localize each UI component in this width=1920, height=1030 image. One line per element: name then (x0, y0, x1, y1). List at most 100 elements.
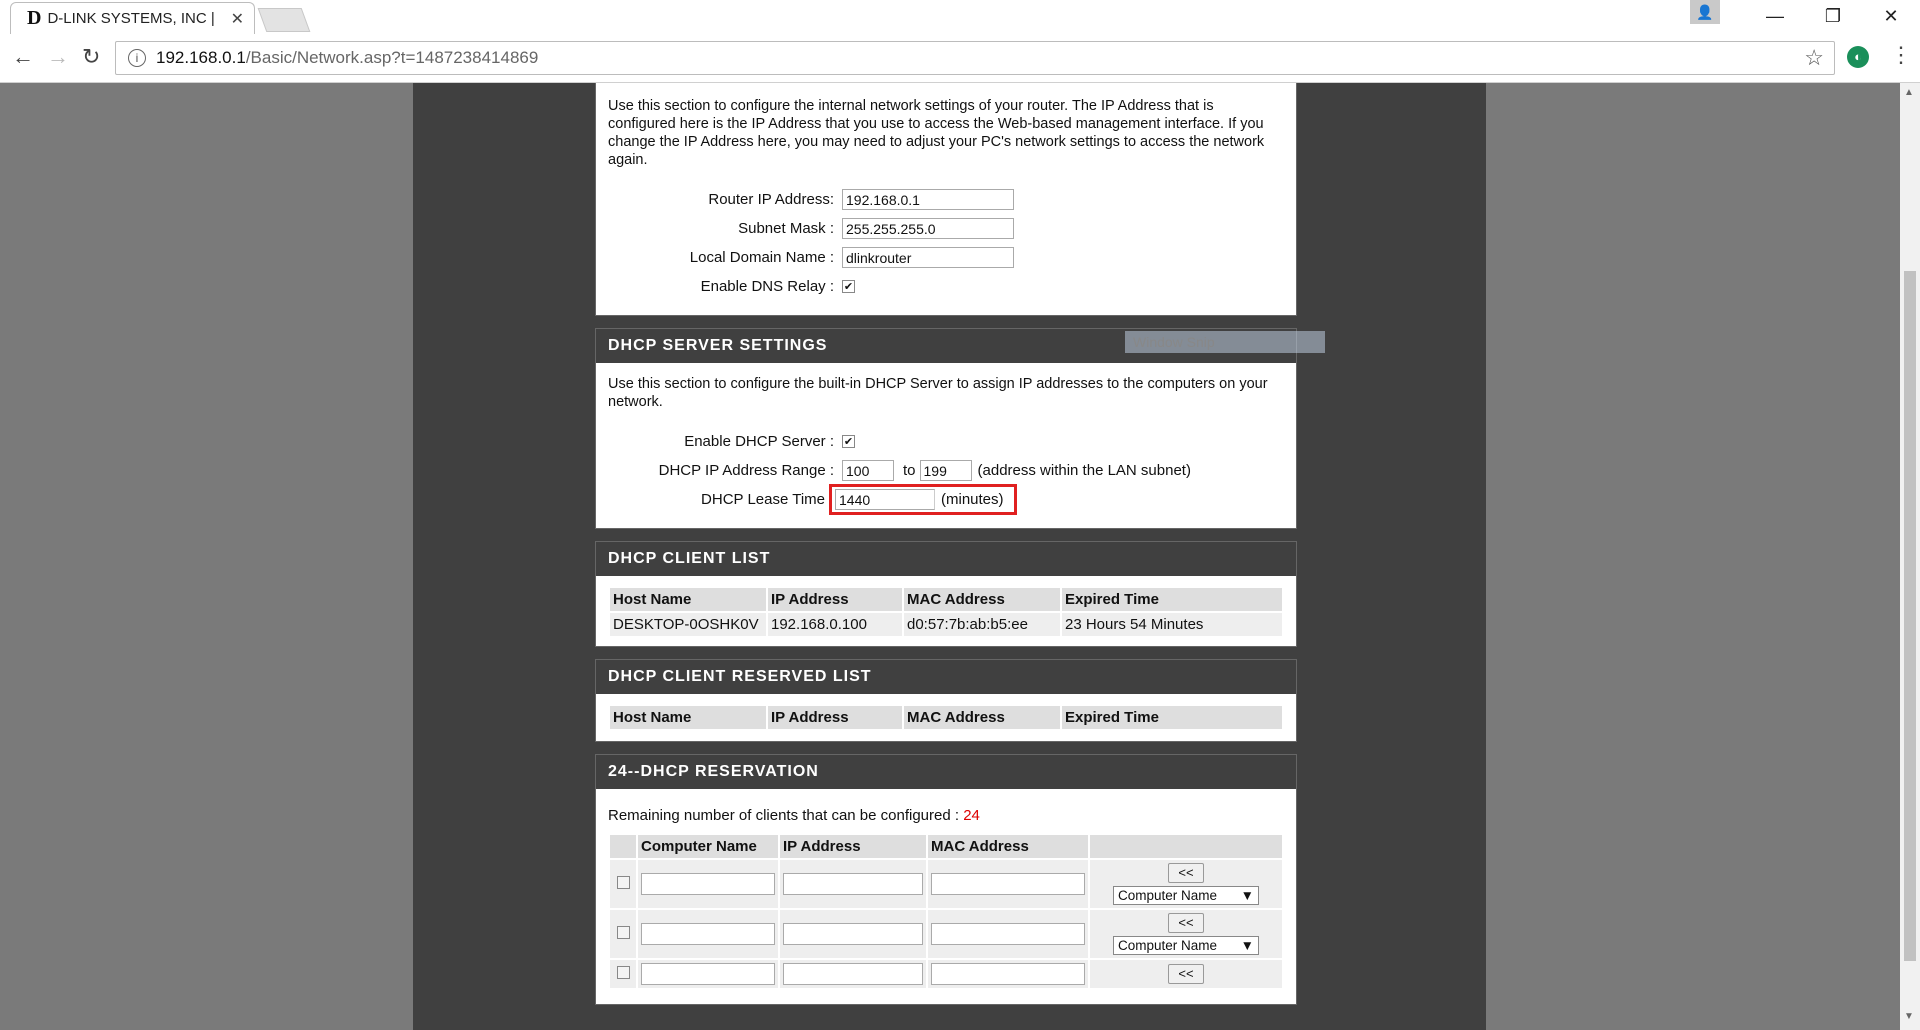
lease-time-row: DHCP Lease Time 1440 (minutes) (608, 484, 1284, 515)
forward-arrow-icon[interactable]: → (47, 44, 69, 70)
subnet-label: Subnet Mask : (738, 220, 834, 237)
extension-icon[interactable]: ◐ (1847, 46, 1869, 68)
dns-relay-row: Enable DNS Relay : ✔ (608, 272, 1284, 301)
reservation-ip-input[interactable] (783, 923, 923, 945)
remaining-clients-label: Remaining number of clients that can be … (608, 807, 960, 824)
browser-toolbar: ← → ↻ i 192.168.0.1/Basic/Network.asp?t=… (0, 34, 1920, 83)
table-row: << Computer Name ▼ (610, 910, 1282, 958)
reserved-list-table: Host Name IP Address MAC Address Expired… (608, 704, 1284, 731)
address-bar[interactable]: i 192.168.0.1/Basic/Network.asp?t=148723… (115, 41, 1835, 75)
user-profile-icon[interactable]: 👤 (1690, 0, 1720, 24)
dns-relay-checkbox[interactable]: ✔ (842, 280, 855, 293)
new-tab-button[interactable] (257, 8, 311, 32)
reservation-box: 24--DHCP RESERVATION Remaining number of… (595, 754, 1297, 1005)
minimize-icon[interactable]: — (1746, 0, 1804, 34)
lease-time-highlight: 1440 (minutes) (829, 484, 1017, 515)
reservation-col-mac: MAC Address (928, 835, 1088, 858)
router-settings-box: Use this section to configure the intern… (595, 83, 1297, 316)
subnet-row: Subnet Mask : 255.255.255.0 (608, 214, 1284, 243)
browser-tab[interactable]: D D-LINK SYSTEMS, INC | W ✕ (10, 2, 255, 34)
domain-input[interactable]: dlinkrouter (842, 247, 1014, 268)
reserved-col-mac: MAC Address (904, 706, 1060, 729)
tab-strip: D D-LINK SYSTEMS, INC | W ✕ 👤 — ❐ ✕ (0, 0, 1920, 34)
router-settings-description: Use this section to configure the intern… (608, 98, 1265, 168)
window-close-icon[interactable]: ✕ (1862, 0, 1920, 34)
dhcp-range-end-input[interactable]: 199 (919, 460, 972, 481)
scrollbar-thumb[interactable] (1904, 271, 1916, 961)
reserved-list-heading: DHCP CLIENT RESERVED LIST (596, 660, 1296, 694)
lease-time-unit: (minutes) (941, 491, 1004, 508)
reserved-col-host: Host Name (610, 706, 766, 729)
client-col-mac: MAC Address (904, 588, 1060, 611)
reservation-row-checkbox[interactable] (616, 965, 630, 979)
reservation-mac-input[interactable] (931, 963, 1085, 985)
copy-button[interactable]: << (1168, 964, 1204, 984)
window-controls: 👤 — ❐ ✕ (1690, 0, 1920, 34)
reserved-col-ip: IP Address (768, 706, 902, 729)
reservation-computer-input[interactable] (641, 963, 775, 985)
reservation-computer-input[interactable] (641, 923, 775, 945)
reservation-row-checkbox[interactable] (616, 875, 630, 889)
dhcp-range-start-input[interactable]: 100 (842, 460, 894, 481)
info-icon[interactable]: i (128, 49, 146, 67)
page-scrollbar[interactable]: ▲ ▼ (1900, 83, 1920, 1030)
reservation-heading: 24--DHCP RESERVATION (596, 755, 1296, 789)
enable-dhcp-checkbox[interactable]: ✔ (842, 435, 855, 448)
browser-menu-icon[interactable]: ⋮ (1890, 42, 1912, 68)
reload-icon[interactable]: ↻ (82, 44, 100, 70)
tab-close-icon[interactable]: ✕ (231, 9, 244, 29)
reservation-col-ip: IP Address (780, 835, 926, 858)
scroll-down-arrow-icon[interactable]: ▼ (1904, 1011, 1914, 1022)
computer-name-select[interactable]: Computer Name ▼ (1113, 936, 1259, 955)
dhcp-range-label: DHCP IP Address Range : (658, 462, 834, 479)
client-host-cell: DESKTOP-0OSHK0V (610, 613, 766, 636)
bookmark-star-icon[interactable]: ☆ (1804, 45, 1824, 71)
table-row: << Computer Name ▼ (610, 860, 1282, 908)
reservation-row-checkbox[interactable] (616, 925, 630, 939)
domain-row: Local Domain Name : dlinkrouter (608, 243, 1284, 272)
page-viewport: Use this section to configure the intern… (0, 83, 1900, 1030)
reservation-mac-input[interactable] (931, 923, 1085, 945)
reservation-table: Computer Name IP Address MAC Address << … (608, 833, 1284, 990)
reservation-computer-input[interactable] (641, 873, 775, 895)
dhcp-range-note: (address within the LAN subnet) (977, 462, 1191, 479)
reservation-mac-input[interactable] (931, 873, 1085, 895)
window-snip-overlay: Window Snip (1125, 331, 1325, 353)
remaining-clients-count: 24 (963, 807, 980, 824)
tab-title: D-LINK SYSTEMS, INC | W (47, 10, 218, 27)
router-ip-label: Router IP Address: (708, 191, 834, 208)
computer-name-select[interactable]: Computer Name ▼ (1113, 886, 1259, 905)
domain-label: Local Domain Name : (689, 249, 834, 266)
copy-button[interactable]: << (1168, 863, 1204, 883)
client-col-expired: Expired Time (1062, 588, 1282, 611)
lease-time-label: DHCP Lease Time (701, 491, 825, 508)
reservation-ip-input[interactable] (783, 963, 923, 985)
lease-time-input[interactable]: 1440 (835, 489, 935, 510)
router-ip-input[interactable]: 192.168.0.1 (842, 189, 1014, 210)
dhcp-range-to-label: to (903, 462, 916, 479)
scroll-up-arrow-icon[interactable]: ▲ (1904, 87, 1914, 98)
reserved-col-expired: Expired Time (1062, 706, 1282, 729)
restore-icon[interactable]: ❐ (1804, 0, 1862, 34)
dns-relay-label: Enable DNS Relay : (700, 278, 834, 295)
client-list-box: DHCP CLIENT LIST Host Name IP Address MA… (595, 541, 1297, 647)
subnet-input[interactable]: 255.255.255.0 (842, 218, 1014, 239)
client-list-heading: DHCP CLIENT LIST (596, 542, 1296, 576)
reservation-ip-input[interactable] (783, 873, 923, 895)
dropdown-arrow-icon: ▼ (1240, 938, 1254, 953)
reservation-col-computer: Computer Name (638, 835, 778, 858)
reservation-col-check (610, 835, 636, 858)
dropdown-arrow-icon: ▼ (1240, 888, 1254, 903)
dhcp-range-row: DHCP IP Address Range : 100 to 199 (addr… (608, 456, 1284, 485)
computer-name-select-value: Computer Name (1118, 938, 1218, 953)
client-ip-cell: 192.168.0.100 (768, 613, 902, 636)
copy-button[interactable]: << (1168, 913, 1204, 933)
client-col-host: Host Name (610, 588, 766, 611)
dhcp-server-description: Use this section to configure the built-… (608, 376, 1268, 410)
back-arrow-icon[interactable]: ← (12, 44, 34, 70)
enable-dhcp-row: Enable DHCP Server : ✔ (608, 427, 1284, 456)
dlink-favicon-icon: D (27, 7, 42, 29)
client-col-ip: IP Address (768, 588, 902, 611)
url-host: 192.168.0.1 (156, 48, 246, 67)
computer-name-select-value: Computer Name (1118, 888, 1218, 903)
